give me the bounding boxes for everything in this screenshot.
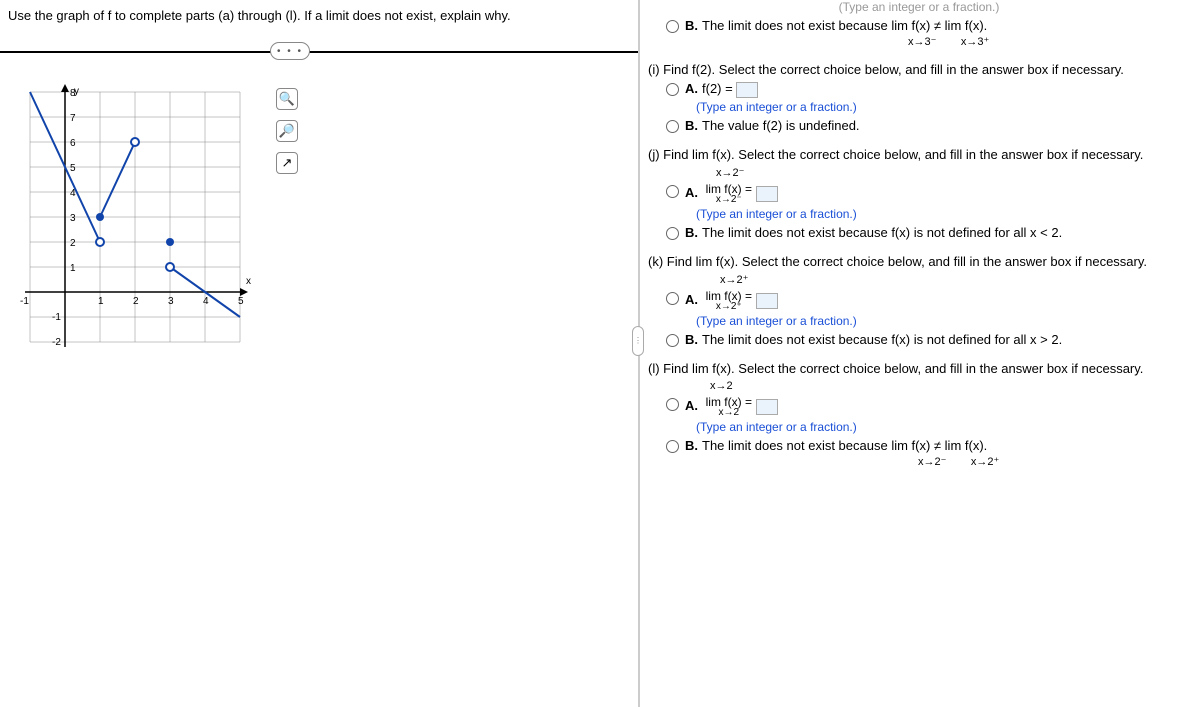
more-button[interactable]: • • • [270,42,310,60]
svg-text:6: 6 [70,138,76,149]
label-a3: A. [685,292,698,307]
svg-text:4: 4 [203,296,209,307]
j-a-top: lim f(x) = [706,183,752,195]
i-a-input[interactable] [736,82,758,98]
k-a-input[interactable] [756,293,778,309]
label-a4: A. [685,398,698,413]
radio-top-b[interactable] [666,20,679,33]
l-head-sub: x→2 [710,380,1190,392]
radio-i-a[interactable] [666,83,679,96]
svg-text:2: 2 [133,296,139,307]
svg-text:2: 2 [70,238,76,249]
question-prompt: Use the graph of f to complete parts (a)… [0,0,638,23]
svg-text:5: 5 [70,163,76,174]
svg-text:-2: -2 [52,337,61,348]
zoom-out-icon: 🔎 [279,123,295,139]
svg-text:-1: -1 [52,312,61,323]
i-a-hint: (Type an integer or a fraction.) [696,100,1190,114]
top-b-text: The limit does not exist because lim f(x… [702,18,987,33]
radio-i-b[interactable] [666,120,679,133]
question-i-head: (i) Find f(2). Select the correct choice… [648,62,1190,77]
top-b-subscripts: x→3⁻ x→3⁺ [908,35,1190,48]
svg-text:1: 1 [98,296,104,307]
question-l-head: (l) Find lim f(x). Select the correct ch… [648,361,1190,376]
svg-text:3: 3 [168,296,174,307]
svg-text:1: 1 [70,263,76,274]
k-head-sub: x→2⁺ [720,273,1190,286]
faded-hint: (Type an integer or a fraction.) [648,0,1190,14]
label-a: A. [685,81,698,96]
label-b2: B. [685,118,698,133]
svg-text:7: 7 [70,113,76,124]
label-b4: B. [685,332,698,347]
radio-k-a[interactable] [666,292,679,305]
svg-text:3: 3 [70,213,76,224]
k-a-sub: x→2⁺ [716,302,742,312]
j-a-input[interactable] [756,186,778,202]
label-b3: B. [685,225,698,240]
l-a-hint: (Type an integer or a fraction.) [696,420,1190,434]
k-a-hint: (Type an integer or a fraction.) [696,314,1190,328]
question-k-head: (k) Find lim f(x). Select the correct ch… [648,254,1190,269]
j-a-hint: (Type an integer or a fraction.) [696,207,1190,221]
j-a-sub: x→2⁻ [716,195,742,205]
l-a-input[interactable] [756,399,778,415]
svg-text:-1: -1 [20,296,29,307]
zoom-out-button[interactable]: 🔎 [276,120,298,142]
i-a-text: f(2) = [702,81,733,96]
k-b-text: The limit does not exist because f(x) is… [702,332,1062,347]
l-a-top: lim f(x) = [706,396,752,408]
separator: • • • [0,51,638,53]
l-b-text: The limit does not exist because lim f(x… [702,438,987,453]
zoom-in-icon: 🔍 [279,91,295,107]
open-external-button[interactable]: ↗ [276,152,298,174]
j-head-sub: x→2⁻ [716,166,1190,179]
l-b-subscripts: x→2⁻ x→2⁺ [918,455,1190,468]
radio-l-b[interactable] [666,440,679,453]
l-a-sub: x→2 [719,408,740,418]
function-graph: 87654321 -1-2 -112345 yx [10,82,260,362]
svg-text:y: y [74,86,79,97]
radio-j-b[interactable] [666,227,679,240]
i-b-text: The value f(2) is undefined. [702,118,860,133]
k-a-top: lim f(x) = [706,290,752,302]
svg-text:x: x [246,276,251,287]
external-link-icon: ↗ [282,155,293,171]
question-j-head: (j) Find lim f(x). Select the correct ch… [648,147,1190,162]
label-b: B. [685,18,698,33]
label-b5: B. [685,438,698,453]
radio-k-b[interactable] [666,334,679,347]
zoom-in-button[interactable]: 🔍 [276,88,298,110]
svg-text:5: 5 [238,296,244,307]
label-a2: A. [685,185,698,200]
j-b-text: The limit does not exist because f(x) is… [702,225,1062,240]
radio-l-a[interactable] [666,398,679,411]
radio-j-a[interactable] [666,185,679,198]
